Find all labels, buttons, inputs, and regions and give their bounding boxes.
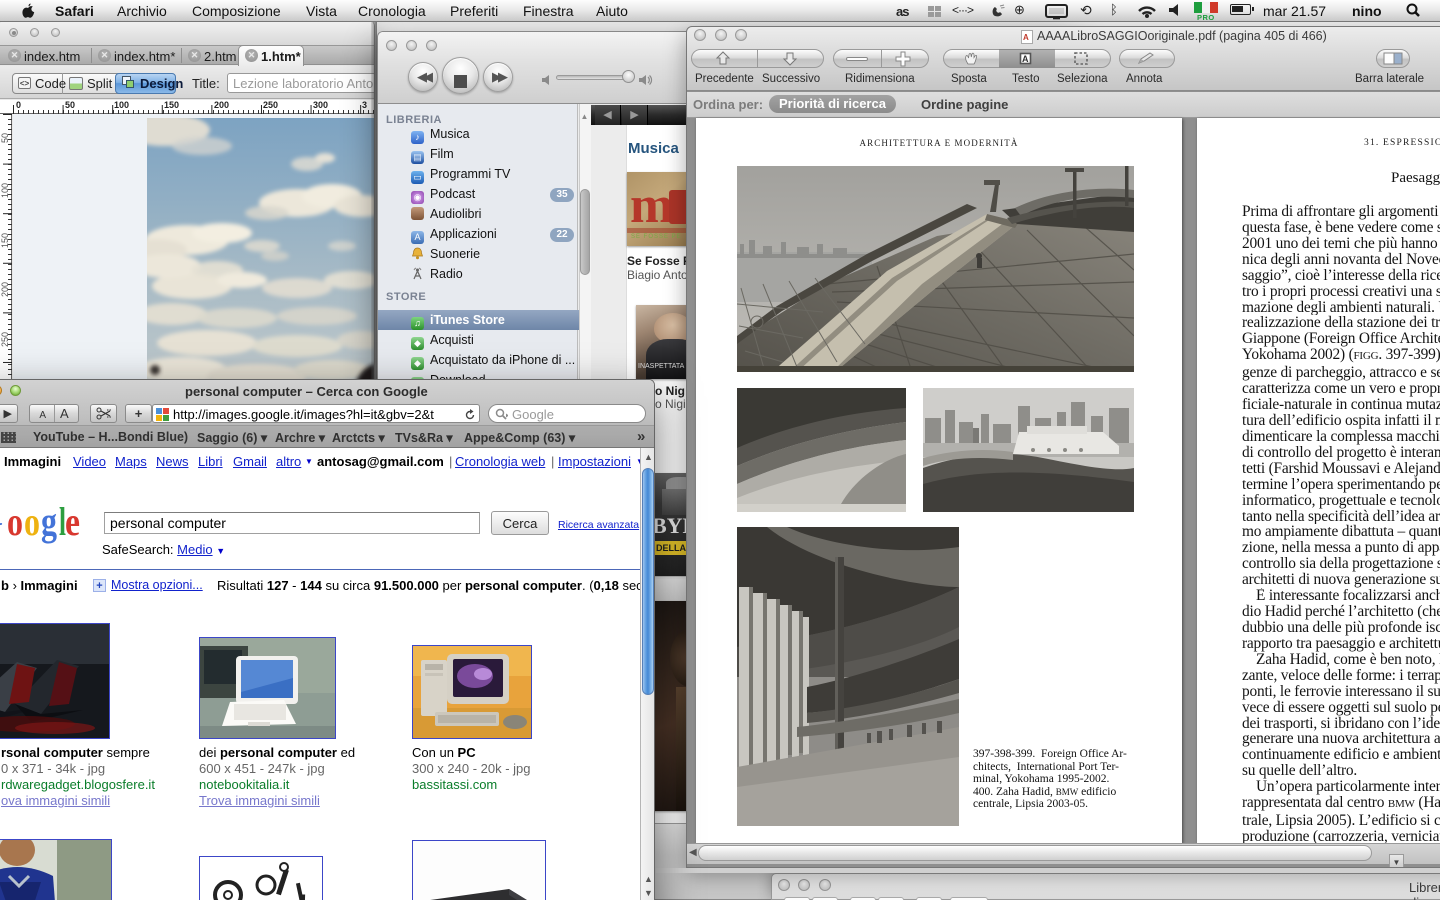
svg-text:G: G (0, 499, 3, 544)
svg-text:g: g (41, 499, 57, 544)
svg-text:A: A (1022, 54, 1029, 64)
svg-text:o: o (24, 499, 40, 544)
svg-text:e: e (65, 499, 80, 544)
svg-text:!: ! (298, 889, 308, 900)
svg-text:o: o (7, 499, 23, 544)
